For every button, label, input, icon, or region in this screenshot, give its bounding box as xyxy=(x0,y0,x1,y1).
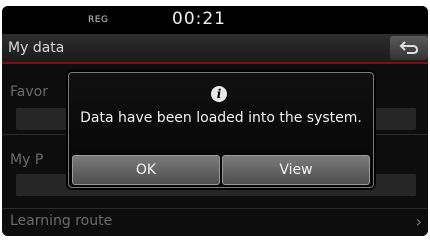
page-title: My data xyxy=(8,40,65,56)
info-dialog: i Data have been loaded into the system.… xyxy=(68,72,374,188)
clock: 00:21 xyxy=(172,9,226,29)
radio-indicator: REG xyxy=(88,15,109,25)
head-unit-screen: REG 00:21 My data Favor My P Import Lear… xyxy=(2,6,428,236)
view-button[interactable]: View xyxy=(222,155,370,185)
back-arrow-icon xyxy=(399,41,419,54)
status-bar: REG 00:21 xyxy=(2,6,428,34)
list-item-learning-route[interactable]: Learning route › xyxy=(2,208,428,236)
back-button[interactable] xyxy=(390,36,428,60)
dialog-message: Data have been loaded into the system. xyxy=(80,110,362,126)
info-icon: i xyxy=(211,86,227,102)
chevron-right-icon: › xyxy=(415,212,422,231)
title-bar: My data xyxy=(2,34,428,64)
list-item-label: Favor xyxy=(10,84,48,100)
list-item-label: Learning route xyxy=(10,213,113,229)
ok-button[interactable]: OK xyxy=(72,155,220,185)
list-item-label: My P xyxy=(10,152,44,168)
